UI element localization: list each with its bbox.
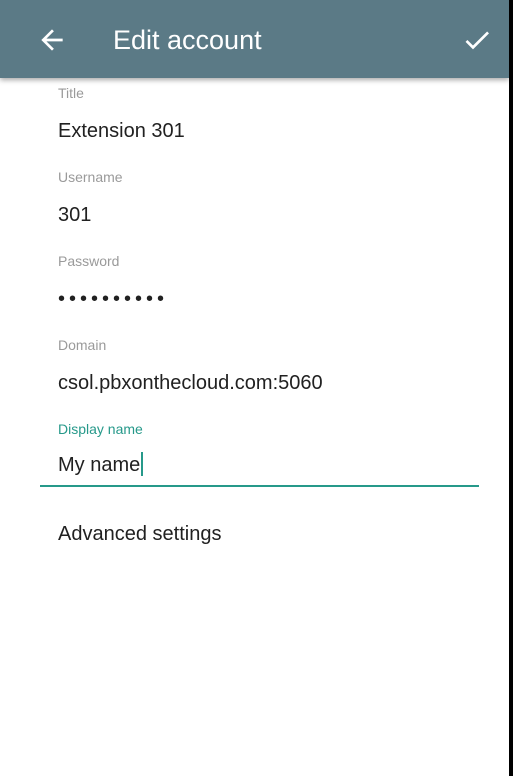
edit-account-screen: Edit account Title Extension 301 Usernam… (0, 0, 513, 776)
title-input[interactable]: Extension 301 (58, 118, 478, 144)
username-label: Username (58, 169, 123, 185)
username-input[interactable]: 301 (58, 202, 478, 228)
text-cursor (141, 452, 144, 476)
password-input[interactable]: •••••••••• (58, 286, 478, 312)
domain-label: Domain (58, 337, 107, 353)
display-name-underline (40, 485, 479, 487)
display-name-input-wrap[interactable]: My name (58, 452, 478, 478)
title-field[interactable]: Title Extension 301 (58, 84, 478, 144)
app-bar: Edit account (0, 0, 509, 78)
check-icon[interactable] (461, 24, 493, 56)
domain-field[interactable]: Domain csol.pbxonthecloud.com:5060 (58, 336, 478, 396)
display-name-input[interactable]: My name (58, 454, 140, 476)
title-label: Title (58, 85, 84, 101)
domain-input[interactable]: csol.pbxonthecloud.com:5060 (58, 370, 478, 396)
username-field[interactable]: Username 301 (58, 168, 478, 228)
password-field[interactable]: Password •••••••••• (58, 252, 478, 312)
display-name-field[interactable]: Display name My name (58, 420, 478, 478)
arrow-back-icon[interactable] (36, 24, 68, 56)
display-name-label: Display name (58, 421, 143, 437)
advanced-settings-item[interactable]: Advanced settings (58, 521, 221, 547)
page-title: Edit account (113, 25, 262, 55)
password-label: Password (58, 253, 120, 269)
